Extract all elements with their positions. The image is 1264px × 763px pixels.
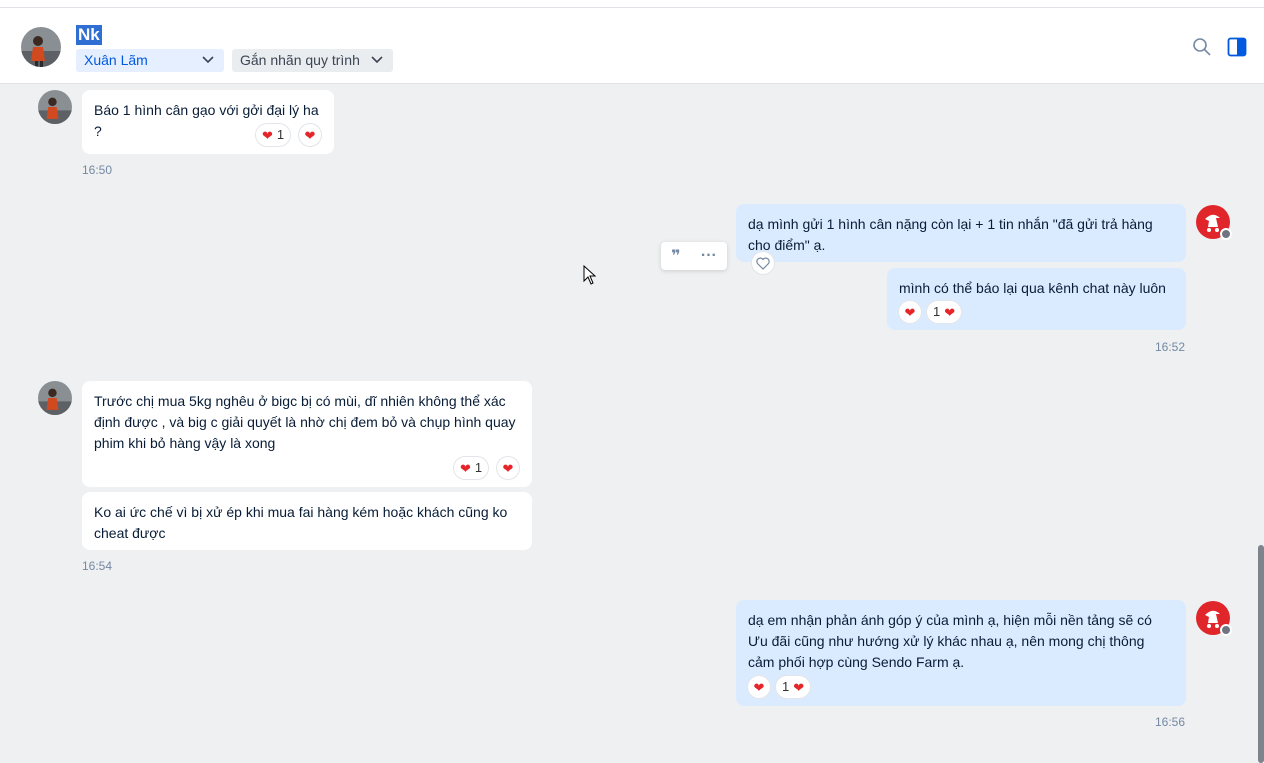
heart-icon: ❤ — [502, 460, 514, 476]
quote-icon[interactable]: ❞ — [671, 246, 680, 266]
mouse-cursor-icon — [583, 265, 597, 285]
react-button[interactable]: ❤ — [299, 124, 321, 146]
message-bubble[interactable]: dạ mình gửi 1 hình cân nặng còn lại + 1 … — [736, 204, 1186, 262]
chevron-down-icon — [371, 56, 383, 64]
heart-icon: ❤ — [460, 460, 471, 476]
message-bubble[interactable]: Báo 1 hình cân gạo với gởi đại lý ha ? — [82, 90, 334, 154]
contact-tag-select[interactable]: Xuân Lãm — [76, 49, 224, 72]
status-badge — [1220, 624, 1232, 636]
reaction-summary[interactable]: 1 ❤ — [776, 676, 811, 698]
chevron-down-icon — [202, 56, 214, 64]
message-time: 16:52 — [1155, 340, 1186, 354]
more-icon[interactable]: ··· — [701, 247, 717, 265]
message-text: Trước chị mua 5kg nghêu ở bigc bị có mùi… — [94, 393, 516, 451]
window-top-strip — [0, 0, 1264, 8]
heart-icon: ❤ — [304, 127, 316, 143]
message-bubble[interactable]: Ko ai ức chế vì bị xử ép khi mua fai hàn… — [82, 492, 532, 550]
sender-avatar[interactable] — [38, 90, 72, 124]
heart-icon: ❤ — [944, 304, 956, 320]
react-button[interactable]: ❤ — [748, 676, 770, 698]
message-text: dạ em nhận phản ánh góp ý của mình ạ, hi… — [748, 612, 1152, 670]
heart-icon: ❤ — [753, 679, 765, 695]
message-action-bar: ❞ ··· — [661, 242, 727, 270]
conversation-header: Nk Xuân Lãm Gắn nhãn quy trình — [0, 8, 1264, 84]
reaction-count: 1 — [933, 304, 941, 319]
shop-avatar[interactable] — [1196, 205, 1232, 240]
contact-avatar[interactable] — [21, 27, 61, 67]
react-button[interactable]: ❤ — [899, 301, 921, 323]
message-text: dạ mình gửi 1 hình cân nặng còn lại + 1 … — [748, 216, 1153, 253]
react-button[interactable]: ❤ — [497, 457, 519, 479]
status-badge — [1220, 228, 1232, 240]
heart-outline-icon — [756, 257, 770, 270]
heart-icon: ❤ — [904, 304, 916, 320]
reaction-count: 1 — [276, 127, 285, 142]
panel-toggle-icon[interactable] — [1227, 37, 1247, 57]
reaction-summary[interactable]: 1 ❤ — [927, 301, 962, 323]
reaction-count: 1 — [474, 460, 483, 475]
contact-tag-label: Xuân Lãm — [84, 52, 148, 68]
heart-icon: ❤ — [793, 679, 805, 695]
reaction-count: 1 — [782, 679, 790, 694]
shop-avatar[interactable] — [1196, 601, 1232, 636]
reaction-summary[interactable]: ❤ 1 — [256, 124, 291, 146]
message-time: 16:54 — [82, 559, 113, 573]
message-text: Ko ai ức chế vì bị xử ép khi mua fai hàn… — [94, 504, 508, 541]
reaction-summary[interactable]: ❤ 1 — [454, 457, 489, 479]
message-time: 16:56 — [1155, 715, 1186, 729]
scrollbar-thumb[interactable] — [1258, 545, 1264, 763]
react-button[interactable] — [752, 252, 774, 274]
contact-name[interactable]: Nk — [76, 25, 102, 45]
workflow-label-text: Gắn nhãn quy trình — [240, 52, 360, 68]
message-time: 16:50 — [82, 163, 113, 177]
workflow-label-select[interactable]: Gắn nhãn quy trình — [232, 49, 393, 72]
search-icon[interactable] — [1192, 37, 1212, 57]
heart-icon: ❤ — [262, 127, 273, 143]
sender-avatar[interactable] — [38, 381, 72, 415]
